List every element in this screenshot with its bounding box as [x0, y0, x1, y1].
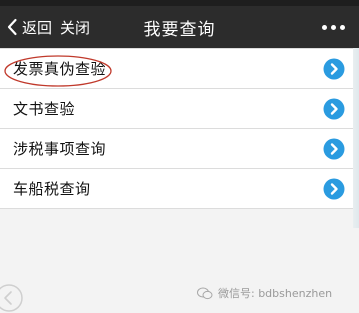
query-menu-list: 发票真伪查验 文书查验 涉税事项查询 车船税查询	[0, 48, 359, 209]
close-button[interactable]: 关闭	[60, 6, 90, 48]
chevron-right-circle-icon	[323, 58, 345, 80]
list-item-vehicle-tax-query[interactable]: 车船税查询	[0, 169, 359, 209]
list-item-label: 发票真伪查验	[13, 60, 107, 78]
list-item-label: 车船税查询	[13, 180, 91, 198]
chevron-right-circle-icon	[323, 98, 345, 120]
watermark-text: 微信号: bdbshenzhen	[218, 287, 333, 300]
more-options-button[interactable]	[322, 6, 345, 48]
watermark: 微信号: bdbshenzhen	[197, 283, 332, 303]
chevron-left-icon	[7, 18, 17, 36]
list-item-document-verify[interactable]: 文书查验	[0, 89, 359, 129]
nav-bar: 返回 关闭 我要查询	[0, 6, 359, 48]
chevron-right-circle-icon	[323, 138, 345, 160]
dot-icon	[331, 24, 336, 30]
chevron-right-circle-icon	[323, 178, 345, 200]
dot-icon	[340, 24, 345, 30]
back-label: 返回	[22, 18, 53, 37]
list-item-label: 文书查验	[13, 100, 76, 118]
list-item-label: 涉税事项查询	[13, 140, 107, 158]
back-circle-icon[interactable]	[0, 283, 24, 313]
wechat-icon	[197, 287, 213, 299]
list-item-tax-matter-query[interactable]: 涉税事项查询	[0, 129, 359, 169]
page-title: 我要查询	[143, 19, 216, 40]
list-item-invoice-verify[interactable]: 发票真伪查验	[0, 49, 359, 89]
back-button[interactable]: 返回	[6, 6, 52, 48]
background-edge	[353, 48, 359, 228]
dot-icon	[322, 24, 327, 30]
